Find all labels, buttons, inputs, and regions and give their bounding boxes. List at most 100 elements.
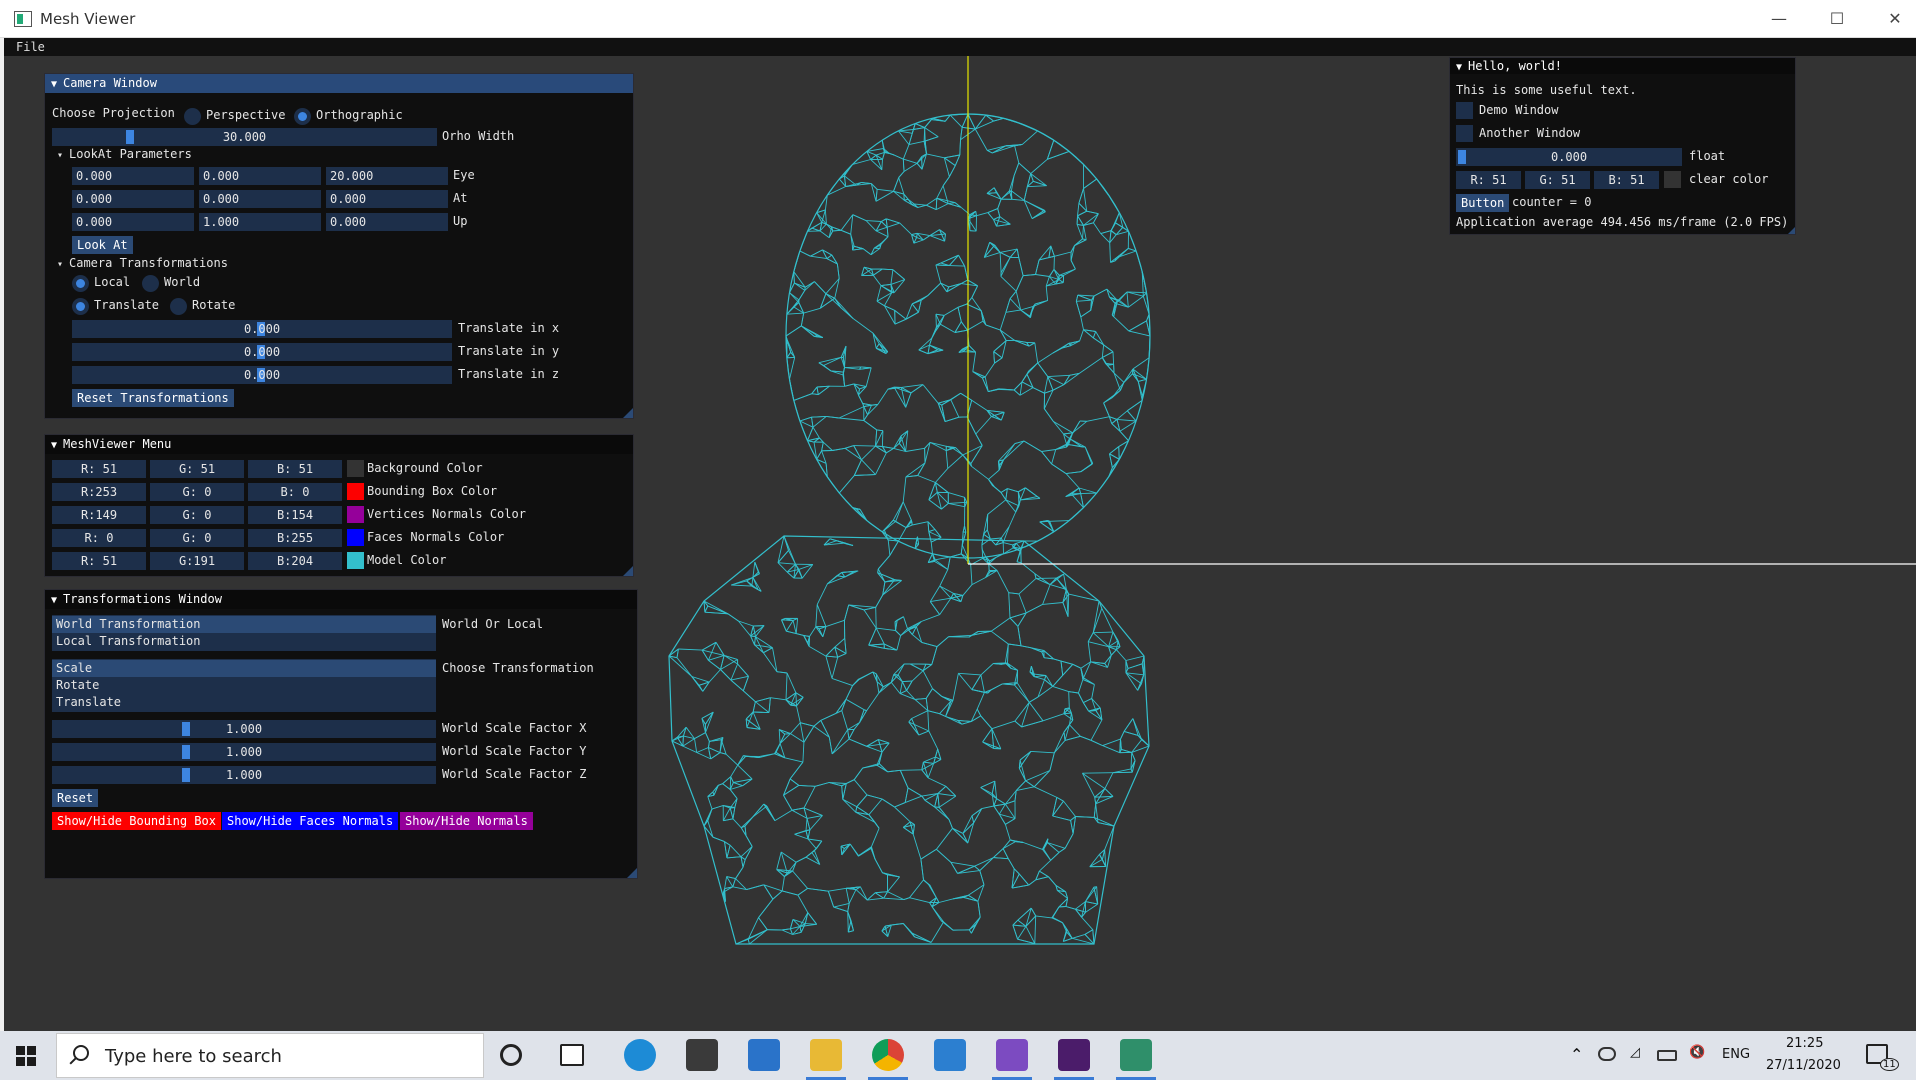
up-y-input[interactable]: 1.000: [199, 213, 321, 231]
slider-grab[interactable]: [182, 768, 190, 782]
collapse-arrow-icon[interactable]: ▼: [51, 75, 63, 94]
resize-grip[interactable]: [623, 408, 633, 418]
edge-icon[interactable]: [624, 1039, 656, 1071]
hello-world-window[interactable]: ▼ Hello, world! This is some useful text.…: [1449, 57, 1796, 235]
color-b-input[interactable]: B:204: [248, 552, 342, 570]
list-item-local-transformation[interactable]: Local Transformation: [52, 633, 436, 650]
scale-y-slider[interactable]: 1.000: [52, 743, 436, 761]
list-item-world-transformation[interactable]: World Transformation: [52, 616, 436, 633]
onedrive-icon[interactable]: [1598, 1047, 1616, 1061]
demo-window-checkbox[interactable]: [1456, 102, 1473, 119]
store-icon[interactable]: [686, 1039, 718, 1071]
slider-grab[interactable]: [182, 745, 190, 759]
language-indicator[interactable]: ENG: [1722, 1047, 1750, 1062]
color-b-input[interactable]: B:154: [248, 506, 342, 524]
list-item-rotate[interactable]: Rotate: [52, 677, 436, 694]
color-g-input[interactable]: G: 0: [150, 529, 244, 547]
start-button[interactable]: [0, 1031, 52, 1080]
task-view-icon[interactable]: [560, 1044, 584, 1066]
clear-color-r-input[interactable]: R: 51: [1456, 171, 1521, 189]
lookat-header[interactable]: ▾ LookAt Parameters: [57, 147, 192, 161]
reset-transformations-button[interactable]: Reset Transformations: [72, 389, 234, 407]
visual-studio-icon[interactable]: [996, 1039, 1028, 1071]
color-g-input[interactable]: G: 0: [150, 506, 244, 524]
up-x-input[interactable]: 0.000: [72, 213, 194, 231]
translate-z-slider[interactable]: 0.000: [72, 366, 452, 384]
color-r-input[interactable]: R:149: [52, 506, 146, 524]
translate-x-slider[interactable]: 0.000: [72, 320, 452, 338]
collapse-arrow-icon[interactable]: ▼: [51, 591, 63, 610]
translate-radio[interactable]: [72, 298, 89, 315]
color-swatch[interactable]: [347, 552, 364, 569]
another-window-checkbox[interactable]: [1456, 125, 1473, 142]
clear-color-g-input[interactable]: G: 51: [1525, 171, 1590, 189]
mesh-viewer-taskbar-icon[interactable]: [1120, 1039, 1152, 1071]
at-x-input[interactable]: 0.000: [72, 190, 194, 208]
toggle-normals-button[interactable]: Show/Hide Normals: [400, 812, 533, 830]
list-item-scale[interactable]: Scale: [52, 660, 436, 677]
list-item-translate[interactable]: Translate: [52, 694, 436, 711]
slack-icon[interactable]: [934, 1039, 966, 1071]
camera-window-title[interactable]: ▼ Camera Window: [45, 74, 633, 93]
color-swatch[interactable]: [347, 483, 364, 500]
color-r-input[interactable]: R: 51: [52, 460, 146, 478]
chevron-up-icon[interactable]: ⌃: [1570, 1045, 1583, 1064]
collapse-arrow-icon[interactable]: ▼: [1456, 60, 1468, 76]
hello-button[interactable]: Button: [1456, 194, 1510, 212]
clock-date[interactable]: 27/11/2020: [1766, 1058, 1841, 1073]
slider-grab[interactable]: [1458, 150, 1466, 164]
up-z-input[interactable]: 0.000: [326, 213, 448, 231]
mail-icon[interactable]: [748, 1039, 780, 1071]
translate-y-slider[interactable]: 0.000: [72, 343, 452, 361]
eye-z-input[interactable]: 20.000: [326, 167, 448, 185]
slider-grab[interactable]: [182, 722, 190, 736]
local-radio[interactable]: [72, 275, 89, 292]
at-z-input[interactable]: 0.000: [326, 190, 448, 208]
world-or-local-listbox[interactable]: World Transformation Local Transformatio…: [52, 615, 436, 651]
color-r-input[interactable]: R: 51: [52, 552, 146, 570]
clock-time[interactable]: 21:25: [1786, 1036, 1823, 1051]
slider-grab[interactable]: [126, 130, 134, 144]
cortana-icon[interactable]: [500, 1044, 522, 1066]
look-at-button[interactable]: Look At: [72, 236, 133, 254]
toggle-bounding-box-button[interactable]: Show/Hide Bounding Box: [52, 812, 221, 830]
orthographic-radio[interactable]: [294, 108, 311, 125]
terminal-icon[interactable]: [1058, 1039, 1090, 1071]
transformation-type-listbox[interactable]: Scale Rotate Translate: [52, 659, 436, 712]
close-button[interactable]: ✕: [1866, 0, 1916, 38]
color-r-input[interactable]: R:253: [52, 483, 146, 501]
color-r-input[interactable]: R: 0: [52, 529, 146, 547]
volume-muted-icon[interactable]: 🔇: [1689, 1045, 1705, 1060]
reset-button[interactable]: Reset: [52, 789, 99, 807]
color-g-input[interactable]: G: 51: [150, 460, 244, 478]
chrome-icon[interactable]: [872, 1039, 904, 1071]
minimize-button[interactable]: —: [1750, 0, 1808, 38]
resize-grip[interactable]: [1788, 227, 1795, 234]
scale-z-slider[interactable]: 1.000: [52, 766, 436, 784]
file-explorer-icon[interactable]: [810, 1039, 842, 1071]
maximize-button[interactable]: ☐: [1808, 0, 1866, 38]
color-b-input[interactable]: B: 0: [248, 483, 342, 501]
color-b-input[interactable]: B:255: [248, 529, 342, 547]
ortho-width-slider[interactable]: 30.000: [52, 128, 437, 146]
color-g-input[interactable]: G:191: [150, 552, 244, 570]
menu-file[interactable]: File: [16, 40, 45, 54]
resize-grip[interactable]: [627, 868, 637, 878]
toggle-faces-normals-button[interactable]: Show/Hide Faces Normals: [222, 812, 399, 830]
network-icon[interactable]: ◿: [1630, 1045, 1640, 1060]
color-swatch[interactable]: [347, 506, 364, 523]
scale-x-slider[interactable]: 1.000: [52, 720, 436, 738]
color-b-input[interactable]: B: 51: [248, 460, 342, 478]
float-slider[interactable]: 0.000: [1456, 148, 1682, 166]
transformations-window-title[interactable]: ▼ Transformations Window: [45, 590, 637, 609]
transformations-window[interactable]: ▼ Transformations Window World Transforma…: [44, 589, 638, 879]
render-viewport[interactable]: ▼ Camera Window Choose Projection Perspec…: [4, 56, 1916, 1031]
taskbar-search-input[interactable]: Type here to search: [56, 1033, 484, 1078]
color-swatch[interactable]: [347, 529, 364, 546]
eye-y-input[interactable]: 0.000: [199, 167, 321, 185]
world-radio[interactable]: [142, 275, 159, 292]
perspective-radio[interactable]: [184, 108, 201, 125]
collapse-arrow-icon[interactable]: ▼: [51, 436, 63, 455]
color-g-input[interactable]: G: 0: [150, 483, 244, 501]
clear-color-b-input[interactable]: B: 51: [1594, 171, 1659, 189]
